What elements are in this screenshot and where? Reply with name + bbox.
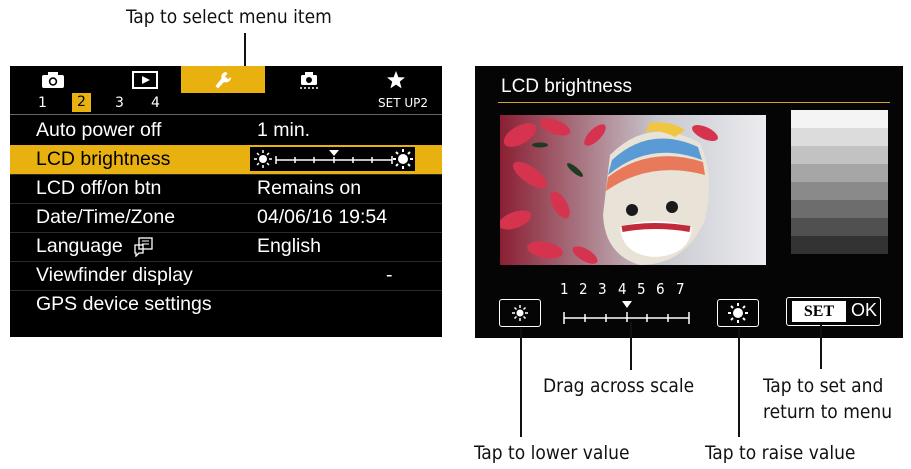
scale-number: 6 [656,280,665,298]
scale-number: 1 [560,280,569,298]
wrench-icon [215,71,232,88]
callout-line-drag [630,322,632,370]
callout-line-set [820,325,822,369]
page-label: SET UP2 [378,96,428,110]
page-1[interactable]: 1 [38,95,47,111]
slider-marker [622,301,632,308]
camera-icon [42,71,64,88]
bright-sun-icon [728,303,748,323]
star-icon [387,70,405,88]
scale-number: 4 [618,280,627,298]
scale-number: 2 [579,280,588,298]
tab-setup[interactable] [181,66,265,93]
menu-item-label: Language [36,235,123,257]
brightness-slider[interactable] [559,298,699,328]
menu-item-lcd-brightness[interactable]: LCD brightness [10,145,442,175]
lcd-brightness-screen: LCD brightness 1 2 3 4 5 6 7 SET OK [475,66,903,338]
menu-item-label: LCD off/on btn [36,177,162,199]
menu-item-gps-device-settings[interactable]: GPS device settings [10,290,442,319]
menu-item-label: GPS device settings [36,293,212,315]
scale-number: 5 [637,280,646,298]
screen-title: LCD brightness [501,76,632,97]
sample-photo [500,115,766,265]
menu-item-value: - [386,264,393,286]
menu-item-label: Date/Time/Zone [36,206,176,228]
page-number-row: 1 2 3 4 SET UP2 [10,93,442,115]
brightness-mini-scale [250,147,415,171]
menu-item-label: Auto power off [36,119,162,141]
menu-tab-bar [10,66,442,93]
menu-item-label: Viewfinder display [36,264,193,286]
dim-sun-icon [254,150,272,168]
menu-item-label: LCD brightness [36,148,171,170]
scale-number: 3 [598,280,607,298]
dim-sun-icon [512,305,528,321]
menu-item-language[interactable]: Language English [10,232,442,262]
callout-raise-value: Tap to raise value [705,442,856,464]
tab-my-menu[interactable] [376,66,416,93]
tab-shooting[interactable] [28,66,78,93]
tab-playback[interactable] [120,66,170,93]
playback-icon [132,70,158,89]
menu-item-value: English [257,235,321,257]
scale-number: 7 [676,280,685,298]
callout-lower-value: Tap to lower value [474,442,630,464]
ok-label: OK [851,300,878,320]
menu-item-date-time-zone[interactable]: Date/Time/Zone 04/06/16 19:54 [10,203,442,233]
menu-item-auto-power-off[interactable]: Auto power off 1 min. [10,116,442,146]
menu-item-value: 04/06/16 19:54 [257,206,388,228]
menu-item-lcd-off-on-btn[interactable]: LCD off/on btn Remains on [10,174,442,204]
language-icon [134,237,153,257]
callout-set-return: Tap to set and [763,375,884,397]
page-3[interactable]: 3 [115,95,124,111]
callout-set-return-2: return to menu [763,401,893,423]
page-4[interactable]: 4 [151,95,160,111]
tab-custom-functions[interactable] [287,66,331,93]
bright-sun-icon [393,149,413,169]
menu-item-viewfinder-display[interactable]: Viewfinder display - [10,261,442,291]
custom-function-icon [300,71,318,89]
set-ok-button[interactable]: SET OK [786,297,881,326]
menu-item-value: Remains on [257,177,362,199]
brightness-marker [329,150,339,156]
title-divider [498,102,890,103]
callout-line-raise [738,328,740,437]
callout-drag-scale: Drag across scale [543,375,695,397]
page-2-active[interactable]: 2 [72,93,91,112]
callout-line-lower [520,328,522,437]
grayscale-reference-bars [791,110,888,254]
raise-brightness-button[interactable] [717,299,759,327]
callout-select-menu-item: Tap to select menu item [126,6,332,28]
lower-brightness-button[interactable] [499,299,541,327]
setup-menu-screen: 1 2 3 4 SET UP2 Auto power off 1 min. LC… [10,66,442,337]
menu-item-value: 1 min. [257,119,311,141]
set-label: SET [792,301,846,322]
